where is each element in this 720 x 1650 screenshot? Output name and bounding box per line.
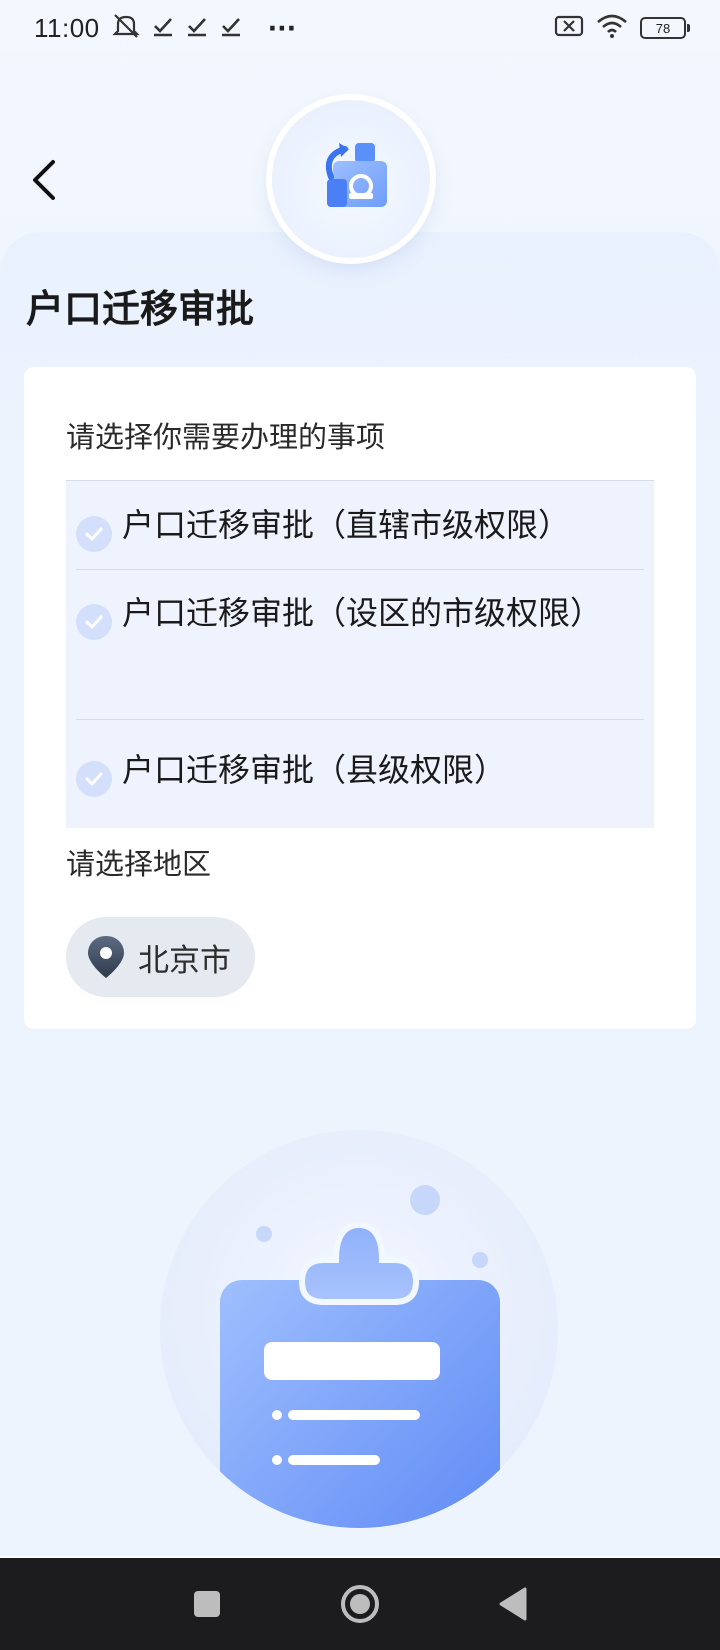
battery-indicator: 78: [640, 17, 690, 39]
selection-card: 请选择你需要办理的事项 户口迁移审批（直辖市级权限） 户口迁移审批（设区的市级权…: [24, 367, 696, 1029]
home-button[interactable]: [330, 1574, 390, 1634]
status-bar-left: 11:00 ···: [34, 13, 296, 44]
system-back-button[interactable]: [483, 1574, 543, 1634]
matters-options-list: 户口迁移审批（直辖市级权限） 户口迁移审批（设区的市级权限） 户口迁移审批（县级…: [66, 480, 654, 828]
header-badge: [272, 100, 430, 258]
recent-apps-button[interactable]: [177, 1574, 237, 1634]
option-city-district[interactable]: 户口迁移审批（设区的市级权限）: [66, 569, 654, 719]
mute-icon: [111, 13, 140, 43]
check-icon: [220, 15, 242, 41]
option-label: 户口迁移审批（直辖市级权限）: [122, 506, 571, 544]
back-triangle-icon: [499, 1587, 527, 1621]
region-selector[interactable]: 北京市: [66, 917, 255, 997]
option-municipal[interactable]: 户口迁移审批（直辖市级权限）: [66, 481, 654, 569]
check-circle-icon: [76, 761, 112, 797]
check-circle-icon: [76, 516, 112, 552]
recent-apps-icon: [193, 1591, 220, 1617]
check-circle-icon: [76, 604, 112, 640]
check-icon: [186, 15, 208, 41]
wifi-icon: [596, 14, 628, 42]
system-navbar: [0, 1558, 720, 1650]
option-county[interactable]: 户口迁移审批（县级权限）: [66, 719, 654, 828]
more-icon: ···: [267, 13, 297, 43]
migration-app-icon: [325, 143, 387, 207]
page-title: 户口迁移审批: [26, 287, 255, 331]
matters-label: 请选择你需要办理的事项: [66, 420, 386, 454]
home-icon: [340, 1585, 379, 1623]
region-label: 请选择地区: [66, 847, 212, 881]
status-bar: 11:00 ··· 78: [0, 0, 720, 56]
screen: 11:00 ··· 78 户口迁移审批 请选择你需要办理的事项 户口迁移审批（直…: [0, 0, 720, 1650]
location-pin-icon: [88, 936, 124, 978]
sim-disabled-icon: [554, 14, 584, 42]
option-label: 户口迁移审批（设区的市级权限）: [122, 594, 603, 632]
clipboard-illustration: [160, 1130, 558, 1528]
back-button[interactable]: [22, 150, 66, 210]
chevron-left-icon: [33, 160, 55, 200]
check-icon: [152, 15, 174, 41]
status-bar-right: 78: [554, 14, 690, 42]
clipboard-icon: [160, 1130, 558, 1528]
option-label: 户口迁移审批（县级权限）: [122, 751, 507, 789]
status-time: 11:00: [34, 12, 100, 43]
region-value: 北京市: [138, 942, 231, 979]
